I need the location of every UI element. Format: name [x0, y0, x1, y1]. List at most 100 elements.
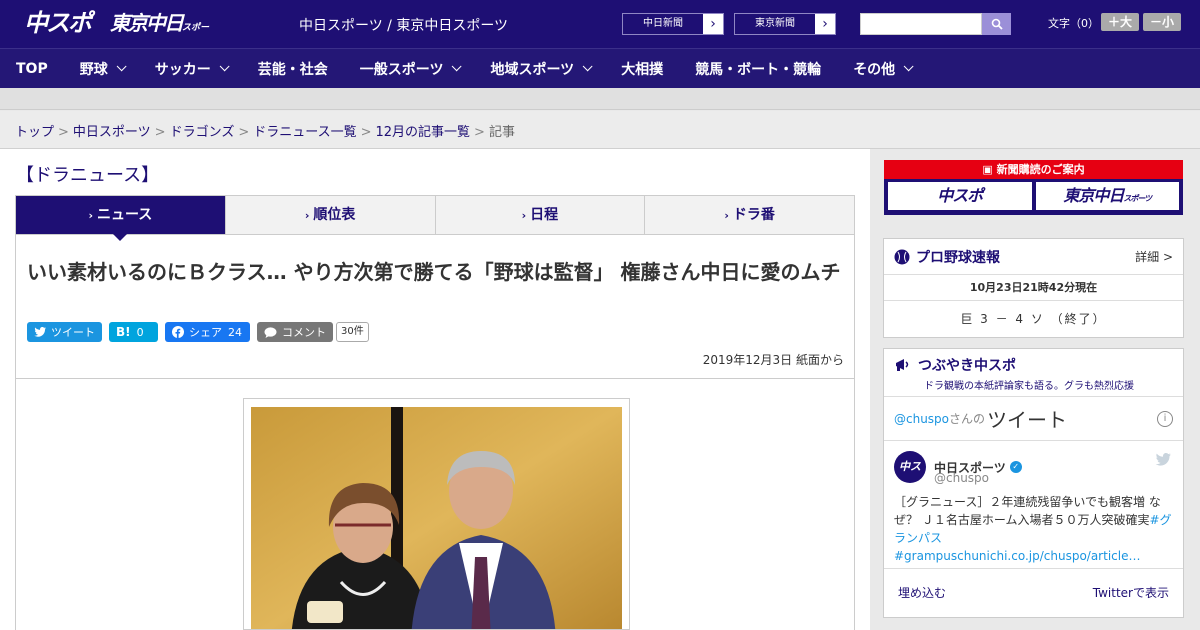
nav-item-label: 地域スポーツ [490, 61, 575, 78]
article-photo-frame [243, 398, 630, 630]
nav-item-label: 大相撲 [621, 61, 664, 78]
tweet-user-handle[interactable]: @chuspo [934, 471, 1173, 485]
twitter-widget-subtitle: ドラ観戦の本紙評論家も語る。グラも熱烈応援 [924, 381, 1134, 392]
twitter-bird-icon[interactable] [1155, 453, 1171, 466]
breadcrumb-link-1[interactable]: 中日スポーツ [73, 125, 151, 140]
hatena-bookmark-button[interactable]: B! 0 [109, 322, 158, 342]
facebook-share-button[interactable]: シェア 24 [165, 322, 250, 342]
nav-item-7[interactable]: 競馬・ボート・競輪 [679, 49, 837, 89]
twitter-timeline-heading: @chuspo さんの ツイート i [884, 397, 1183, 441]
main-nav: TOP 野球 サッカー 芸能・社会 一般スポーツ 地域スポーツ 大相撲 競馬・ボート・競輪 その… [0, 48, 1200, 88]
tab-3[interactable]: › ドラ番 [644, 196, 854, 234]
breadcrumb-link-0[interactable]: トップ [15, 125, 54, 140]
nav-item-8[interactable]: その他 [837, 49, 926, 89]
chevron-down-icon [582, 61, 593, 72]
newspaper-icon: ▣ [982, 163, 997, 176]
tab-1[interactable]: › 順位表 [224, 196, 435, 234]
search-input[interactable] [860, 13, 982, 35]
embed-link[interactable]: 埋め込む [898, 584, 946, 601]
tokyo-shimbun-label: 東京新聞 [735, 14, 815, 34]
comment-button[interactable]: コメント [257, 322, 333, 342]
search-button[interactable] [982, 13, 1011, 35]
article-headline: いい素材いるのにＢクラス… やり方次第で勝てる「野球は監督」 権藤さん中日に愛の… [27, 260, 841, 284]
speech-bubble-icon [264, 326, 277, 338]
chevron-right-icon: › [822, 16, 828, 32]
tweet-text-plain: ［グラニュース］２年連続残留争いでも観客増 なぜ？ Ｊ１名古屋ホーム入場者５０万… [894, 495, 1161, 527]
breadcrumb-separator: > [360, 125, 372, 140]
subscription-ad-title: 新聞購読のご案内 [996, 163, 1085, 176]
nav-item-label: TOP [16, 60, 48, 77]
nav-item-label: 競馬・ボート・競輪 [695, 61, 822, 78]
site-header: 中スポ 東京中日スポーツ 中日スポーツ / 東京中日スポーツ 中日新聞 › 東京… [0, 0, 1200, 72]
ad-logo-tokyo-chunichi[interactable]: 東京中日スポーツ [1035, 182, 1179, 210]
score-widget-title: プロ野球速報 [916, 249, 1000, 266]
facebook-share-label: シェア [189, 326, 222, 339]
breadcrumb-link-2[interactable]: ドラゴンズ [170, 125, 235, 140]
nav-item-3[interactable]: 芸能・社会 [242, 49, 344, 89]
chevron-right-icon: › [521, 209, 527, 222]
tweet-item[interactable]: 中スポ 中日スポーツ ✓ @chuspo ［グラニュース］２年連続残留争いでも観… [884, 441, 1183, 569]
chevron-down-icon [116, 61, 127, 72]
article-photo[interactable] [251, 407, 622, 630]
tab-label: ニュース [96, 207, 153, 223]
baseball-score-widget: プロ野球速報 詳細 > 10月23日21時42分現在 巨 3 － 4 ソ （終了… [883, 238, 1184, 338]
nav-item-4[interactable]: 一般スポーツ [344, 49, 475, 89]
chunichi-shimbun-label: 中日新聞 [623, 14, 703, 34]
chevron-right-icon: › [710, 16, 716, 32]
subscription-ad-logos: 中スポ 東京中日スポーツ [884, 179, 1183, 213]
score-line[interactable]: 巨 3 － 4 ソ （終了） [884, 301, 1183, 337]
breadcrumb: トップ > 中日スポーツ > ドラゴンズ > ドラニュース一覧 >12月の記事一覧 > 記事 [0, 111, 1200, 149]
share-buttons: ツイート B! 0 シェア 24 コメント 30件 [27, 322, 369, 342]
tab-2[interactable]: › 日程 [434, 196, 645, 234]
nav-item-6[interactable]: 大相撲 [605, 49, 679, 89]
breadcrumb-separator: > [154, 125, 166, 140]
nav-item-label: その他 [853, 61, 896, 78]
tweet-label: ツイート [51, 326, 95, 339]
twitter-handle-suffix: さんの [949, 412, 986, 426]
ad-logo-chuspo[interactable]: 中スポ [888, 182, 1032, 210]
tab-label: ドラ番 [732, 207, 775, 223]
twitter-widget: つぶやき中スポ ドラ観戦の本紙評論家も語る。グラも熱烈応援 @chuspo さん… [883, 348, 1184, 618]
chevron-right-icon: › [304, 209, 310, 222]
twitter-bird-icon [34, 327, 46, 337]
chunichi-shimbun-button[interactable]: 中日新聞 › [622, 13, 724, 35]
chevron-right-icon: › [88, 209, 93, 222]
article-dateline: 2019年12月3日 紙面から [702, 353, 844, 367]
chevron-right-icon: › [724, 209, 729, 222]
breadcrumb-link-4[interactable]: 12月の記事一覧 [376, 125, 471, 140]
info-icon[interactable]: i [1157, 410, 1173, 427]
subscription-ad[interactable]: ▣ 新聞購読のご案内 中スポ 東京中日スポーツ [884, 160, 1183, 215]
nav-item-0[interactable]: TOP [0, 49, 64, 89]
comment-count[interactable]: 30件 [336, 322, 369, 342]
breadcrumb-separator: > [238, 125, 250, 140]
nav-item-5[interactable]: 地域スポーツ [474, 49, 605, 89]
avatar[interactable]: 中スポ [894, 451, 926, 505]
score-timestamp: 10月23日21時42分現在 [884, 275, 1183, 301]
tab-0[interactable]: › ニュース [16, 196, 225, 241]
nav-item-label: 野球 [79, 61, 108, 78]
verified-badge-icon: ✓ [1009, 461, 1022, 473]
twitter-heading-word: ツイート [987, 408, 1068, 432]
tab-label: 順位表 [313, 207, 356, 223]
ad-logo-tokyo-sub: スポーツ [1123, 194, 1152, 203]
tokyo-shimbun-button[interactable]: 東京新聞 › [734, 13, 836, 35]
tweet-text: ［グラニュース］２年連続残留争いでも観客増 なぜ？ Ｊ１名古屋ホーム入場者５０万… [894, 493, 1173, 565]
score-detail-link[interactable]: 詳細 > [1135, 248, 1173, 265]
nav-item-2[interactable]: サッカー [139, 49, 242, 89]
megaphone-icon [896, 359, 909, 371]
score-widget-header: プロ野球速報 詳細 > [884, 239, 1183, 275]
article: いい素材いるのにＢクラス… やり方次第で勝てる「野球は監督」 権藤さん中日に愛の… [15, 235, 855, 630]
chuspo-logo[interactable]: 中スポ [24, 6, 100, 40]
breadcrumb-separator: > [58, 125, 69, 140]
chevron-down-icon [903, 61, 914, 72]
chevron-down-icon [219, 61, 230, 72]
font-size-large-button[interactable]: ＋大 [1101, 13, 1139, 31]
nav-item-1[interactable]: 野球 [64, 49, 139, 89]
tweet-button[interactable]: ツイート [27, 322, 102, 342]
breadcrumb-link-3[interactable]: ドラニュース一覧 [253, 125, 356, 140]
twitter-widget-footer: 埋め込む Twitterで表示 [884, 569, 1183, 615]
font-size-small-button[interactable]: －小 [1143, 13, 1181, 31]
nav-item-label: 芸能・社会 [257, 61, 328, 78]
view-on-twitter-link[interactable]: Twitterで表示 [1093, 584, 1169, 601]
twitter-handle-link[interactable]: @chuspo [894, 412, 949, 426]
